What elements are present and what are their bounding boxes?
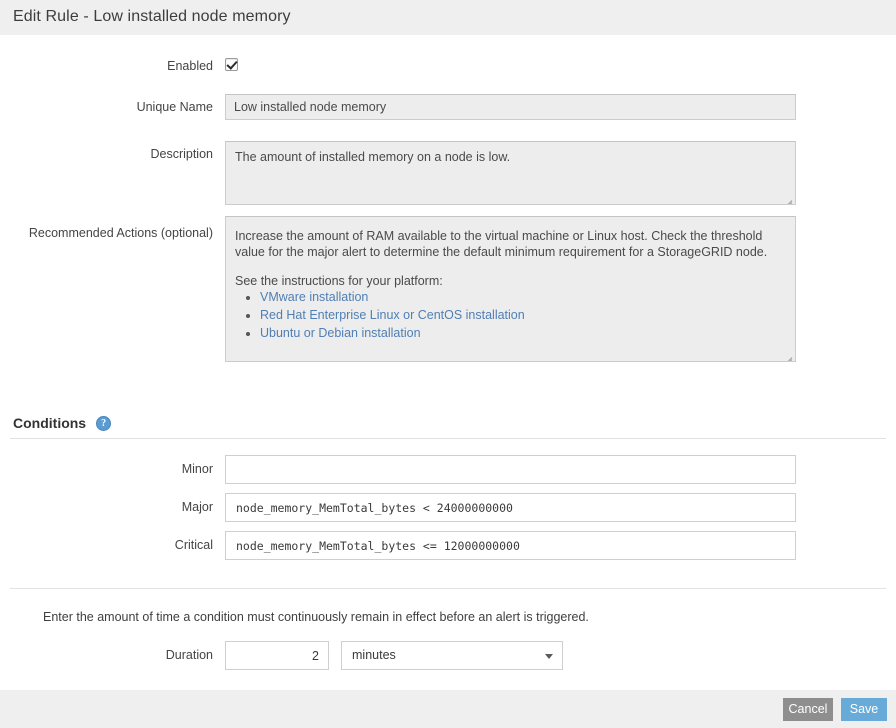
minor-label: Minor xyxy=(0,455,225,477)
conditions-section-title: Conditions? xyxy=(13,415,111,431)
recommended-actions-paragraph-1: Increase the amount of RAM available to … xyxy=(235,228,786,260)
enabled-label: Enabled xyxy=(0,58,225,74)
duration-note: Enter the amount of time a condition mus… xyxy=(43,610,589,624)
edit-rule-dialog: Edit Rule - Low installed node memory En… xyxy=(0,0,896,728)
unique-name-label: Unique Name xyxy=(0,94,225,115)
recommended-actions-row: Recommended Actions (optional) Increase … xyxy=(0,216,796,362)
major-label: Major xyxy=(0,493,225,515)
enabled-row: Enabled xyxy=(0,58,238,74)
list-item: Red Hat Enterprise Linux or CentOS insta… xyxy=(260,307,786,324)
link-vmware-installation[interactable]: VMware installation xyxy=(260,290,368,304)
description-row: Description The amount of installed memo… xyxy=(0,141,796,205)
critical-label: Critical xyxy=(0,531,225,553)
list-item: Ubuntu or Debian installation xyxy=(260,325,786,342)
recommended-actions-textarea[interactable]: Increase the amount of RAM available to … xyxy=(225,216,796,362)
duration-label: Duration xyxy=(0,641,225,663)
link-rhel-centos-installation[interactable]: Red Hat Enterprise Linux or CentOS insta… xyxy=(260,308,525,322)
conditions-divider xyxy=(10,438,886,439)
dialog-footer: Cancel Save xyxy=(0,690,896,728)
page-title: Edit Rule - Low installed node memory xyxy=(13,8,291,26)
resize-grip-icon xyxy=(781,348,793,360)
duration-unit-value: minutes xyxy=(352,648,396,662)
minor-condition-input[interactable] xyxy=(225,455,796,484)
chevron-down-icon xyxy=(545,654,553,659)
save-button[interactable]: Save xyxy=(841,698,887,721)
recommended-actions-paragraph-2: See the instructions for your platform: xyxy=(235,273,786,289)
unique-name-row: Unique Name xyxy=(0,94,796,120)
duration-unit-select[interactable]: minutes xyxy=(341,641,563,670)
conditions-title-text: Conditions xyxy=(13,415,86,431)
enabled-checkbox[interactable] xyxy=(225,58,238,71)
question-mark-icon[interactable]: ? xyxy=(96,416,111,431)
description-textarea[interactable]: The amount of installed memory on a node… xyxy=(225,141,796,205)
condition-row-minor: Minor xyxy=(0,455,796,484)
description-text: The amount of installed memory on a node… xyxy=(235,149,786,165)
list-item: VMware installation xyxy=(260,289,786,306)
duration-value-input[interactable] xyxy=(225,641,329,670)
description-label: Description xyxy=(0,141,225,162)
condition-row-critical: Critical xyxy=(0,531,796,560)
resize-grip-icon xyxy=(781,191,793,203)
duration-row: Duration minutes xyxy=(0,641,563,670)
link-ubuntu-debian-installation[interactable]: Ubuntu or Debian installation xyxy=(260,326,421,340)
duration-divider xyxy=(10,588,886,589)
recommended-actions-link-list: VMware installation Red Hat Enterprise L… xyxy=(235,289,786,342)
recommended-actions-label: Recommended Actions (optional) xyxy=(0,216,225,241)
unique-name-input[interactable] xyxy=(225,94,796,120)
major-condition-input[interactable] xyxy=(225,493,796,522)
condition-row-major: Major xyxy=(0,493,796,522)
critical-condition-input[interactable] xyxy=(225,531,796,560)
cancel-button[interactable]: Cancel xyxy=(783,698,833,721)
